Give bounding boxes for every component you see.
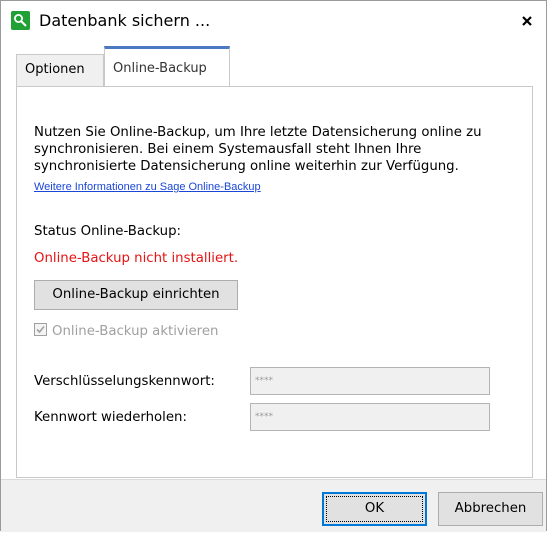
- intro-line: synchronisieren. Bei einem Systemausfall…: [34, 142, 422, 157]
- checkbox-label: Online-Backup aktivieren: [52, 324, 219, 339]
- intro-text: Nutzen Sie Online-Backup, um Ihre letzte…: [34, 124, 514, 175]
- info-link[interactable]: Weitere Informationen zu Sage Online-Bac…: [34, 181, 261, 193]
- cancel-button[interactable]: Abbrechen: [438, 492, 543, 526]
- activate-online-backup-checkbox[interactable]: Online-Backup aktivieren: [34, 322, 218, 340]
- password-field[interactable]: ****: [250, 367, 490, 395]
- repeat-password-field[interactable]: ****: [250, 403, 490, 431]
- checkbox-check-icon[interactable]: [34, 323, 47, 336]
- ok-button[interactable]: OK: [322, 492, 427, 526]
- status-value: Online-Backup nicht installiert.: [34, 251, 239, 266]
- key-search-icon: [11, 11, 30, 30]
- button-bar: OK Abbrechen: [1, 479, 546, 532]
- setup-online-backup-button[interactable]: Online-Backup einrichten: [34, 280, 238, 310]
- tab-online-backup[interactable]: Online-Backup: [104, 46, 230, 86]
- intro-line: synchronisierte Datensicherung online we…: [34, 159, 459, 174]
- status-label: Status Online-Backup:: [34, 224, 182, 239]
- close-icon[interactable]: [520, 13, 534, 27]
- focus-rect: [326, 496, 423, 522]
- tab-panel-online-backup: Nutzen Sie Online-Backup, um Ihre letzte…: [16, 86, 533, 478]
- dialog-window: Datenbank sichern ... Optionen Online-Ba…: [0, 0, 547, 532]
- tab-optionen[interactable]: Optionen: [16, 54, 104, 86]
- repeat-password-label: Kennwort wiederholen:: [34, 410, 187, 425]
- window-title: Datenbank sichern ...: [39, 11, 211, 30]
- title-bar[interactable]: Datenbank sichern ...: [1, 1, 546, 43]
- password-label: Verschlüsselungskennwort:: [34, 374, 215, 389]
- intro-line: Nutzen Sie Online-Backup, um Ihre letzte…: [34, 125, 482, 140]
